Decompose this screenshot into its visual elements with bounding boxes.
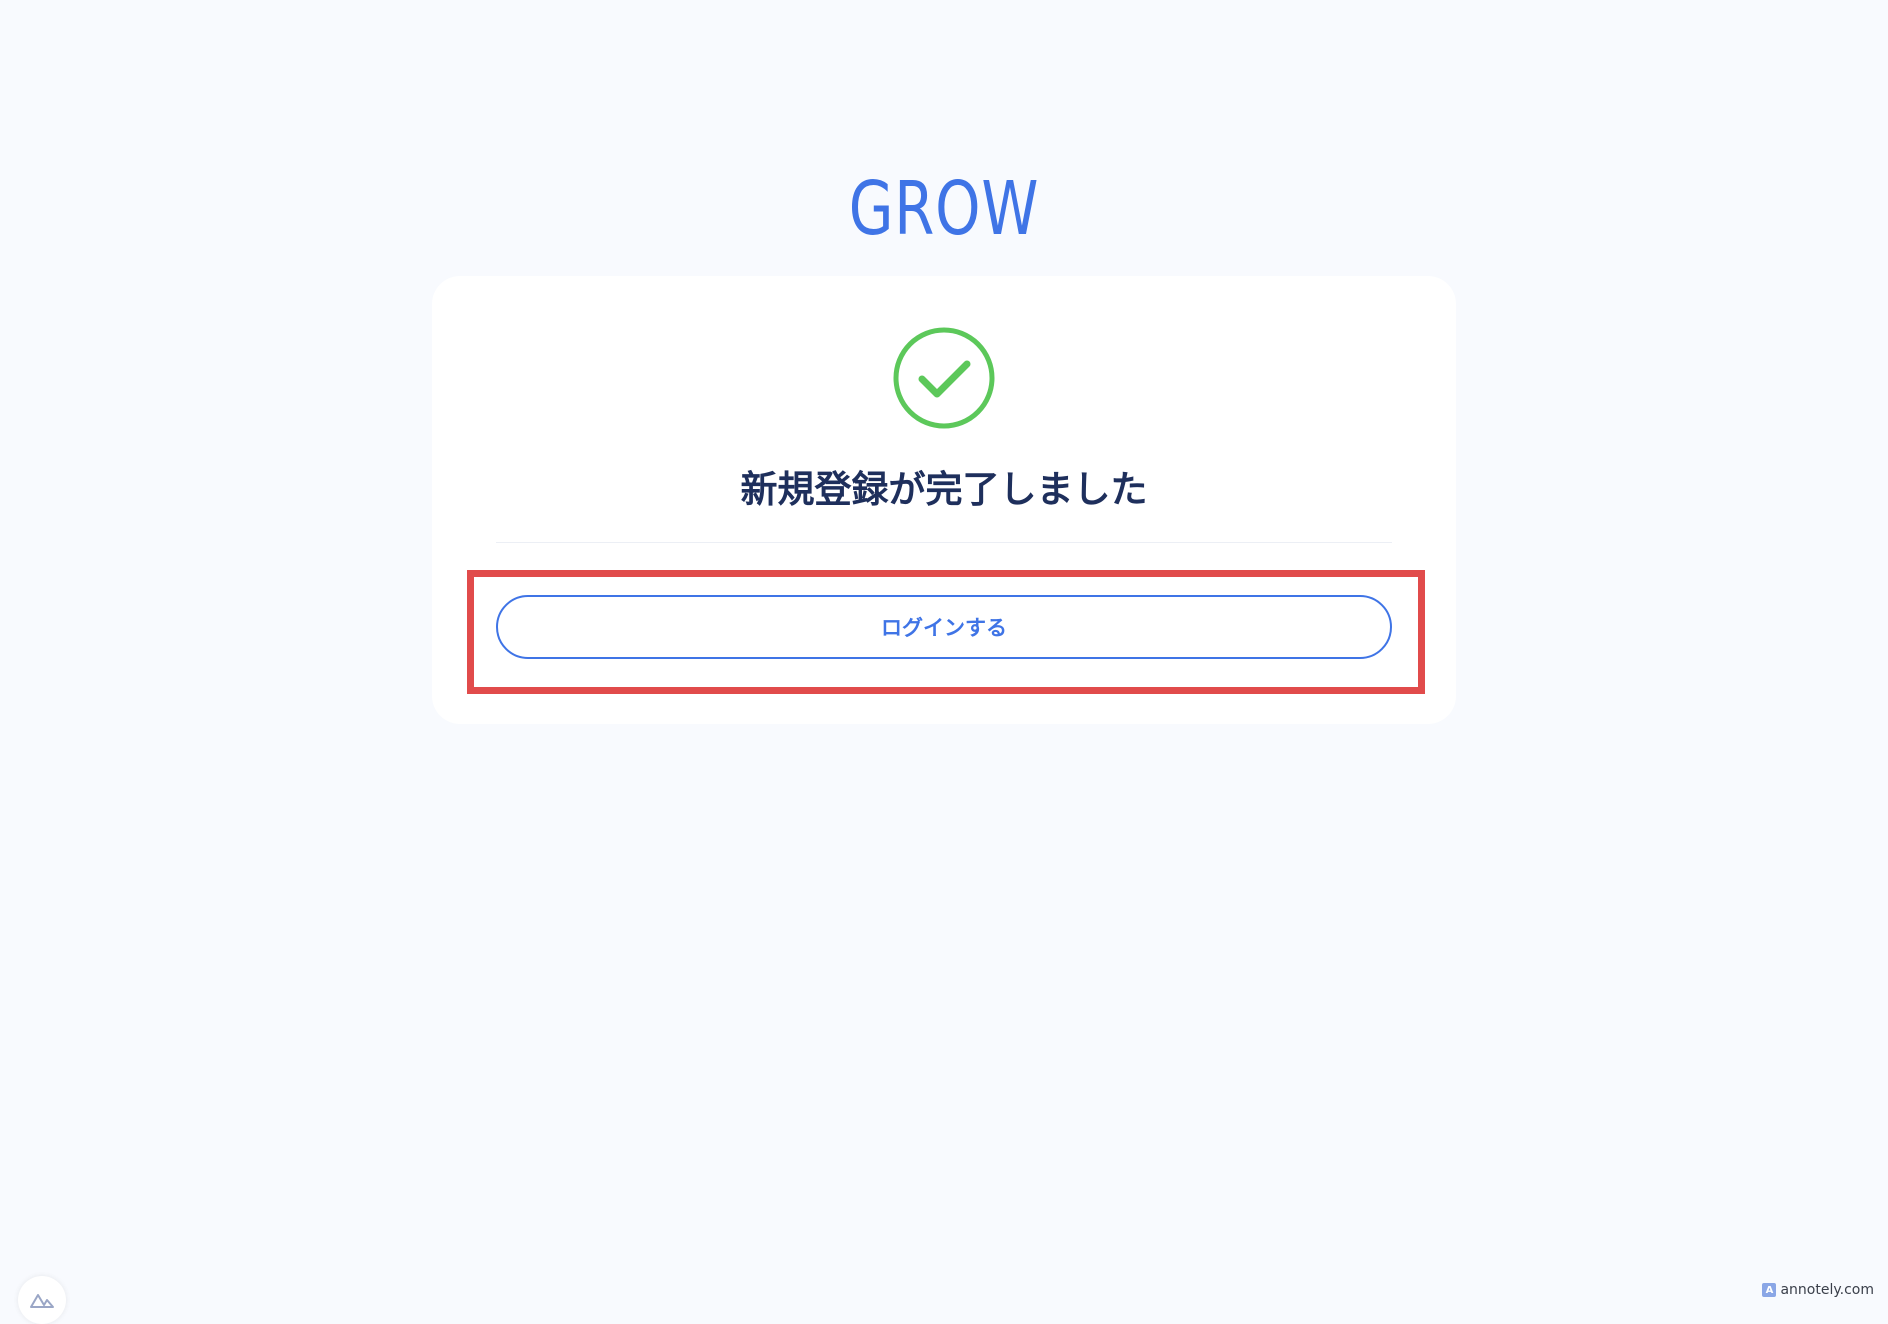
watermark-text: annotely.com <box>1780 1282 1874 1298</box>
annotely-logo-icon: A <box>1762 1283 1777 1297</box>
brand-logo: GROW <box>848 166 1040 252</box>
registration-complete-card: 新規登録が完了しました ログインする <box>432 276 1456 724</box>
watermark: A annotely.com <box>1762 1282 1874 1298</box>
floating-widget-button[interactable] <box>18 1276 66 1324</box>
mountain-logo-icon <box>30 1294 54 1308</box>
check-circle-icon <box>893 327 995 429</box>
success-title: 新規登録が完了しました <box>740 468 1148 511</box>
login-button[interactable]: ログインする <box>496 595 1392 659</box>
divider <box>496 542 1392 543</box>
